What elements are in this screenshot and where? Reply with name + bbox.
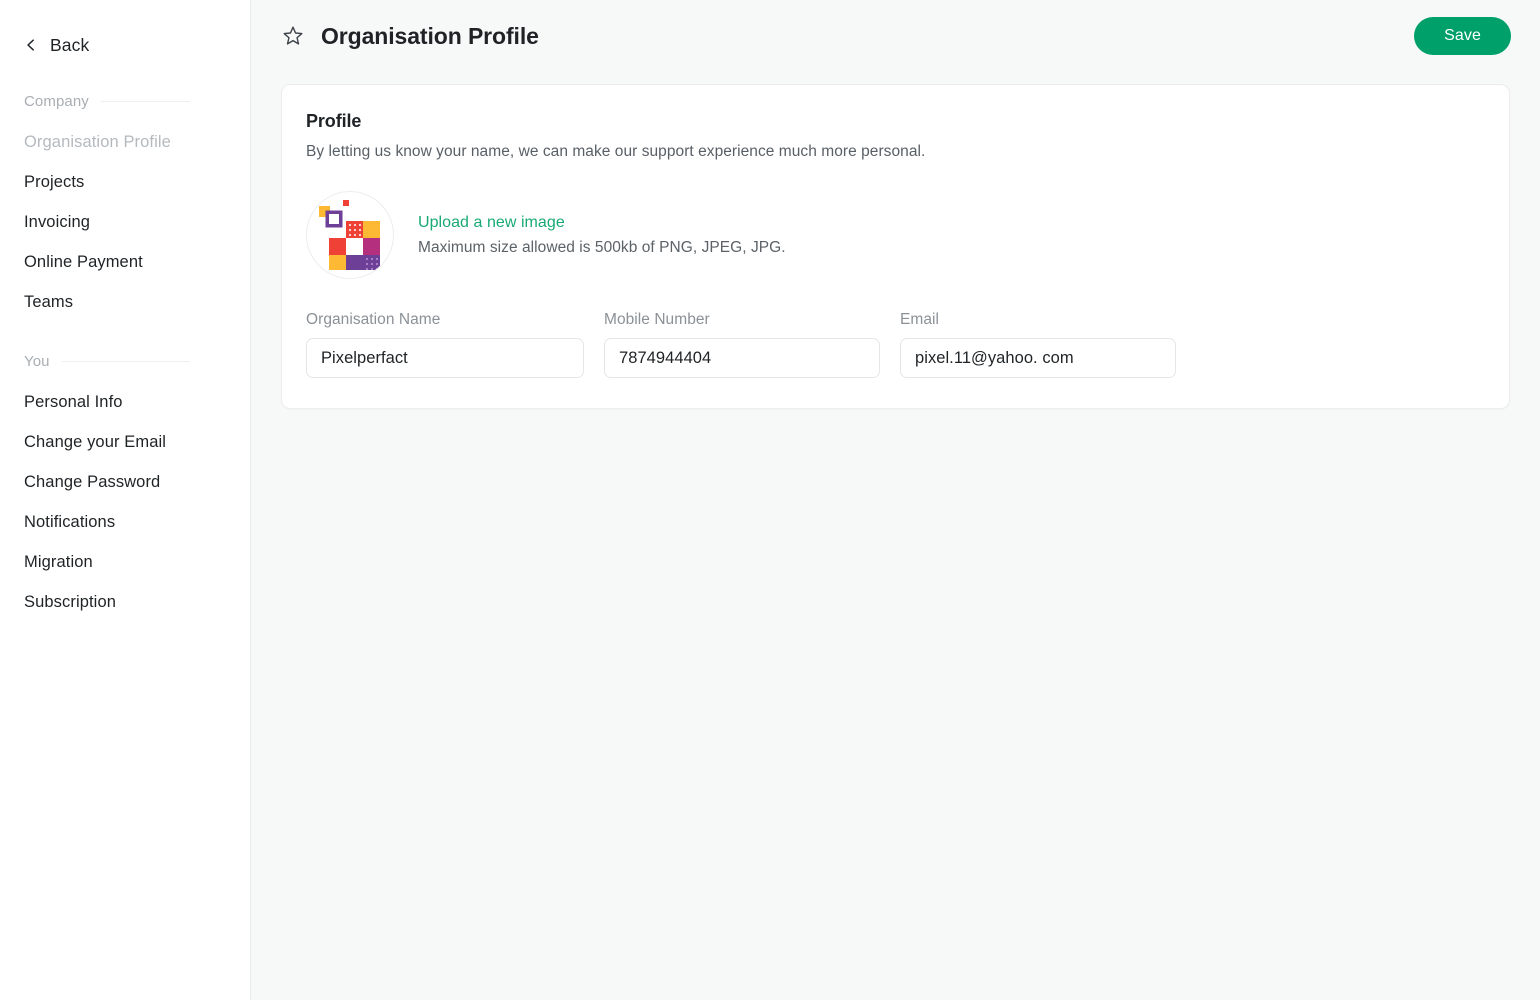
main-content: Organisation Profile Save Profile By let… <box>251 0 1540 1000</box>
field-label-mobile-number: Mobile Number <box>604 311 710 328</box>
sidebar-item-personal-info[interactable]: Personal Info <box>0 382 250 422</box>
mobile-number-input[interactable] <box>604 338 880 378</box>
field-label-email: Email <box>900 311 940 328</box>
section-divider <box>100 100 190 102</box>
sidebar-item-notifications[interactable]: Notifications <box>0 502 250 542</box>
chevron-left-icon <box>27 39 34 51</box>
profile-card-subtitle: By letting us know your name, we can mak… <box>306 143 926 160</box>
profile-card: Profile By letting us know your name, we… <box>281 84 1510 409</box>
back-button[interactable]: Back <box>0 28 250 62</box>
page-header: Organisation Profile Save <box>251 0 1540 72</box>
sidebar-section-header: You <box>0 350 250 372</box>
star-outline-icon[interactable] <box>281 24 305 48</box>
sidebar-section-title-company: Company <box>24 92 89 110</box>
upload-block: Upload a new image Maximum size allowed … <box>418 214 786 257</box>
profile-card-title: Profile <box>306 111 362 131</box>
field-email: Email <box>900 311 1176 378</box>
sidebar-nav-you: Personal Info Change your Email Change P… <box>0 382 250 622</box>
upload-hint: Maximum size allowed is 500kb of PNG, JP… <box>418 238 786 256</box>
field-mobile-number: Mobile Number <box>604 311 880 378</box>
field-label-organisation-name: Organisation Name <box>306 311 441 328</box>
sidebar-section-header: Company <box>0 90 250 112</box>
back-label: Back <box>50 34 90 55</box>
profile-form: Organisation Name Mobile Number Email <box>306 311 1485 378</box>
sidebar-item-change-your-email[interactable]: Change your Email <box>0 422 250 462</box>
sidebar-item-teams[interactable]: Teams <box>0 282 250 322</box>
app-root: Back Company Organisation Profile Projec… <box>0 0 1540 1000</box>
sidebar-section-title-you: You <box>24 352 50 370</box>
sidebar-item-invoicing[interactable]: Invoicing <box>0 202 250 242</box>
email-input[interactable] <box>900 338 1176 378</box>
content-area: Profile By letting us know your name, we… <box>251 72 1540 409</box>
section-divider <box>61 360 190 362</box>
sidebar-item-migration[interactable]: Migration <box>0 542 250 582</box>
organisation-name-input[interactable] <box>306 338 584 378</box>
sidebar: Back Company Organisation Profile Projec… <box>0 0 251 1000</box>
sidebar-section-you: You Personal Info Change your Email Chan… <box>0 350 250 622</box>
organisation-logo-icon <box>319 200 380 270</box>
sidebar-item-online-payment[interactable]: Online Payment <box>0 242 250 282</box>
sidebar-nav-company: Organisation Profile Projects Invoicing … <box>0 122 250 322</box>
upload-new-image-link[interactable]: Upload a new image <box>418 214 786 232</box>
sidebar-item-subscription[interactable]: Subscription <box>0 582 250 622</box>
save-button[interactable]: Save <box>1414 17 1511 55</box>
sidebar-item-organisation-profile[interactable]: Organisation Profile <box>0 122 250 162</box>
sidebar-section-company: Company Organisation Profile Projects In… <box>0 90 250 322</box>
field-organisation-name: Organisation Name <box>306 311 584 378</box>
avatar-row: Upload a new image Maximum size allowed … <box>306 191 1485 279</box>
sidebar-item-projects[interactable]: Projects <box>0 162 250 202</box>
page-title: Organisation Profile <box>321 22 539 49</box>
page-header-left: Organisation Profile <box>281 23 539 50</box>
sidebar-item-change-password[interactable]: Change Password <box>0 462 250 502</box>
avatar[interactable] <box>306 191 394 279</box>
